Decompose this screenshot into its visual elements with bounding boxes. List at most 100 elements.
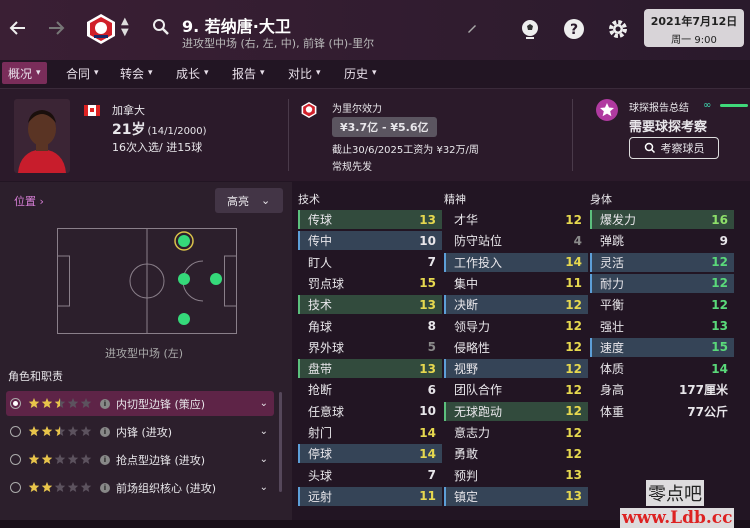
attribute-row[interactable]: 盯人 7: [298, 253, 442, 272]
player-avatar[interactable]: [14, 99, 70, 173]
attribute-row[interactable]: 灵活 12: [590, 252, 734, 272]
tab-history[interactable]: 历史 ▾: [338, 62, 383, 84]
attribute-row[interactable]: 领导力 12: [444, 317, 588, 336]
role-item[interactable]: i 前场组织核心 (进攻) ⌄: [6, 475, 274, 500]
tab-contract[interactable]: 合同 ▾: [60, 62, 105, 84]
attribute-row[interactable]: 体重 77公斤: [590, 402, 734, 421]
attribute-row[interactable]: 弹跳 9: [590, 231, 734, 250]
star-empty: [67, 454, 79, 464]
search-icon[interactable]: [152, 18, 170, 39]
attribute-value: 13: [711, 319, 728, 333]
attribute-row[interactable]: 耐力 12: [590, 273, 734, 293]
attribute-row[interactable]: 强壮 13: [590, 317, 734, 336]
attribute-row[interactable]: 防守站位 4: [444, 231, 588, 250]
attribute-name: 体重: [600, 404, 625, 419]
chevron-down-icon[interactable]: ⌄: [260, 398, 268, 409]
attribute-row[interactable]: 平衡 12: [590, 295, 734, 314]
current-time: 周一 9:00: [671, 35, 717, 46]
attribute-row[interactable]: 体质 14: [590, 359, 734, 378]
attribute-row[interactable]: 罚点球 15: [298, 274, 442, 293]
transfer-value[interactable]: ¥3.7亿 - ¥5.6亿: [332, 117, 437, 137]
nationality[interactable]: 加拿大: [112, 102, 145, 118]
attribute-value: 13: [419, 297, 436, 312]
attribute-row[interactable]: 无球跑动 12: [444, 401, 588, 421]
attribute-row[interactable]: 停球 14: [298, 444, 442, 464]
attribute-row[interactable]: 预判 13: [444, 466, 588, 485]
attribute-row[interactable]: 任意球 10: [298, 402, 442, 421]
chevron-down-icon[interactable]: ⌄: [260, 426, 268, 437]
attribute-name: 远射: [308, 489, 333, 504]
attribute-row[interactable]: 盘带 13: [298, 359, 442, 379]
attribute-row[interactable]: 头球 7: [298, 466, 442, 485]
attribute-row[interactable]: 界外球 5: [298, 338, 442, 357]
gear-icon[interactable]: [606, 17, 630, 41]
attribute-value: 4: [573, 233, 582, 248]
info-icon[interactable]: i: [100, 482, 110, 493]
attribute-row[interactable]: 速度 15: [590, 337, 734, 357]
pitch-diagram: [57, 228, 237, 334]
player-info-strip: 加拿大 21岁 (14/1/2000) 16次入选/ 进15球 为里尔效力 ¥3.…: [0, 89, 750, 181]
attribute-row[interactable]: 传中 10: [298, 231, 442, 251]
positions-link[interactable]: 位置 ›: [14, 193, 44, 209]
position-label: 进攻型中场 (左): [105, 347, 184, 360]
attribute-row[interactable]: 技术 13: [298, 295, 442, 315]
highlight-select[interactable]: 高亮 ⌄: [215, 188, 283, 213]
star-filled: [41, 454, 53, 464]
attribute-row[interactable]: 传球 13: [298, 210, 442, 229]
forward-arrow-icon[interactable]: [44, 16, 68, 40]
contract-info: 截止30/6/2025工资为 ¥32万/周: [332, 145, 479, 156]
scout-player-button[interactable]: 考察球员: [629, 137, 719, 159]
attribute-value: 12: [565, 425, 582, 440]
role-item[interactable]: i 内锋 (进攻) ⌄: [6, 419, 274, 444]
attribute-value: 14: [419, 446, 436, 461]
attribute-row[interactable]: 镇定 13: [444, 486, 588, 506]
info-icon[interactable]: i: [100, 426, 110, 437]
tab-compare[interactable]: 对比 ▾: [282, 62, 327, 84]
club-crest-icon[interactable]: [84, 12, 118, 46]
info-icon[interactable]: i: [100, 398, 110, 409]
role-radio[interactable]: [10, 454, 21, 465]
pencil-icon[interactable]: [466, 22, 478, 37]
attribute-row[interactable]: 远射 11: [298, 486, 442, 506]
info-icon[interactable]: i: [100, 454, 110, 465]
attribute-row[interactable]: 工作投入 14: [444, 252, 588, 272]
role-radio[interactable]: [10, 398, 21, 409]
chevron-down-icon: ▾: [316, 68, 321, 78]
help-icon[interactable]: ?: [562, 17, 586, 41]
club-crest-icon[interactable]: [300, 101, 318, 119]
attribute-row[interactable]: 抢断 6: [298, 380, 442, 399]
attribute-row[interactable]: 视野 12: [444, 359, 588, 379]
football-icon[interactable]: [518, 17, 542, 41]
attribute-value: 12: [565, 361, 582, 376]
attribute-row[interactable]: 才华 12: [444, 210, 588, 229]
attribute-name: 停球: [308, 447, 333, 462]
attribute-row[interactable]: 意志力 12: [444, 423, 588, 442]
attribute-row[interactable]: 侵略性 12: [444, 338, 588, 357]
role-radio[interactable]: [10, 426, 21, 437]
attribute-row[interactable]: 勇敢 12: [444, 444, 588, 463]
tab-overview[interactable]: 概况 ▾: [2, 62, 47, 84]
tab-transfer[interactable]: 转会 ▾: [114, 62, 159, 84]
role-item[interactable]: i 内切型边锋 (策应) ⌄: [6, 391, 274, 416]
roles-scrollbar[interactable]: [279, 392, 282, 492]
attribute-row[interactable]: 身高 177厘米: [590, 380, 734, 399]
attribute-name: 集中: [454, 276, 479, 291]
attribute-row[interactable]: 角球 8: [298, 317, 442, 336]
switch-player-arrows[interactable]: ▲ ▼: [121, 16, 129, 38]
tab-development[interactable]: 成长 ▾: [170, 62, 215, 84]
attribute-value: 12: [565, 319, 582, 333]
back-arrow-icon[interactable]: [6, 16, 30, 40]
role-radio[interactable]: [10, 482, 21, 493]
attribute-row[interactable]: 集中 11: [444, 274, 588, 293]
role-item[interactable]: i 抢点型边锋 (进攻) ⌄: [6, 447, 274, 472]
chevron-down-icon[interactable]: ⌄: [260, 454, 268, 465]
attribute-row[interactable]: 爆发力 16: [590, 210, 734, 229]
date-time-box[interactable]: 2021年7月12日 周一 9:00: [644, 9, 744, 47]
attribute-row[interactable]: 射门 14: [298, 423, 442, 442]
tab-reports[interactable]: 报告 ▾: [226, 62, 271, 84]
attribute-row[interactable]: 团队合作 12: [444, 380, 588, 399]
chevron-down-icon[interactable]: ⌄: [260, 482, 268, 493]
position-panel: 位置 › 高亮 ⌄ 进攻型中场 (左) 角色和职责 i 内切型边锋 (策应) ⌄ …: [0, 182, 292, 528]
attribute-row[interactable]: 决断 12: [444, 295, 588, 315]
attribute-name: 耐力: [600, 276, 625, 291]
